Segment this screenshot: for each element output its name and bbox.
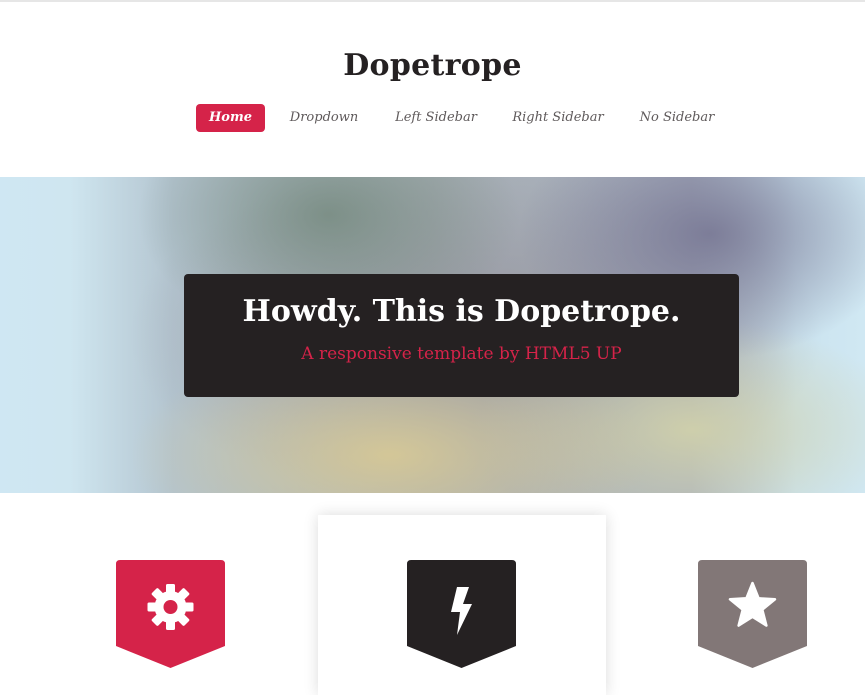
- nav-dropdown[interactable]: Dropdown: [286, 104, 362, 132]
- site-header: Dopetrope Home Dropdown Left Sidebar Rig…: [0, 2, 865, 177]
- feature-badge-star: [698, 560, 807, 668]
- nav-right-sidebar[interactable]: Right Sidebar: [509, 104, 607, 132]
- main-nav: Home Dropdown Left Sidebar Right Sidebar…: [0, 104, 865, 134]
- features-section: [0, 493, 865, 695]
- site-logo[interactable]: Dopetrope: [0, 48, 865, 83]
- nav-home[interactable]: Home: [196, 104, 265, 132]
- nav-left-sidebar[interactable]: Left Sidebar: [392, 104, 480, 132]
- feature-badge-gear: [116, 560, 225, 668]
- feature-badge-bolt: [407, 560, 516, 668]
- banner-box: Howdy. This is Dopetrope. A responsive t…: [184, 274, 739, 397]
- nav-no-sidebar[interactable]: No Sidebar: [636, 104, 718, 132]
- gear-icon: [147, 584, 194, 630]
- banner-title: Howdy. This is Dopetrope.: [242, 294, 681, 329]
- hero-banner: Howdy. This is Dopetrope. A responsive t…: [0, 177, 865, 493]
- banner-subtitle: A responsive template by HTML5 UP: [301, 344, 622, 364]
